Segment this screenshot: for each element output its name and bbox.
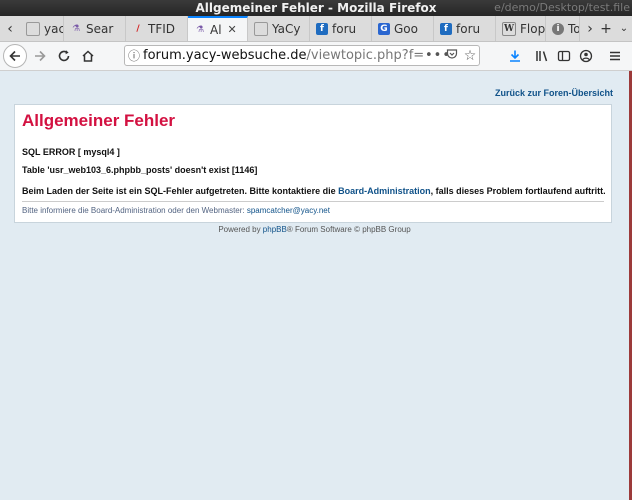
board-administration-link[interactable]: Board-Administration [338,186,431,196]
flask-icon: ⚗ [195,24,205,35]
home-button[interactable] [76,44,100,68]
inform-text: Bitte informiere die Board-Administratio… [22,206,247,215]
library-icon [536,51,548,62]
forward-button[interactable] [28,44,52,68]
phpbb-link[interactable]: phpBB [263,225,287,234]
sidebar-icon [557,50,571,62]
tab-label: TFID [148,21,176,36]
url-domain: forum.yacy-websuche.de [143,48,307,63]
tab-label: Al [210,22,222,37]
back-to-forum-index-link[interactable]: Zurück zur Foren-Übersicht [495,88,613,98]
library-button[interactable] [530,44,554,68]
tab-label: Flop [520,21,546,36]
tab-label: Sear [86,21,114,36]
window-titlebar: Allgemeiner Fehler - Mozilla Firefox e/d… [0,0,632,16]
page-viewport: Zurück zur Foren-Übersicht Allgemeiner F… [0,71,629,500]
open-menu-button[interactable] [603,44,627,68]
error-message-text-end: , falls dieses Problem fortlaufend auftr… [430,186,606,196]
tab-to[interactable]: i To [546,16,580,41]
reload-icon [58,50,70,62]
download-icon [510,50,520,62]
home-icon [82,50,94,62]
error-title: Allgemeiner Fehler [22,111,176,130]
bookmark-star-icon[interactable]: ☆ [461,48,479,64]
slash-icon: / [136,23,140,34]
tab-label: Goo [394,21,418,36]
table-error-line: Table 'usr_web103_6.phpbb_posts' doesn't… [22,165,258,175]
webmaster-email-link[interactable]: spamcatcher@yacy.net [247,206,330,215]
tab-label: yacy [44,21,63,36]
pocket-icon[interactable] [443,48,461,63]
error-panel: Allgemeiner Fehler SQL ERROR [ mysql4 ] … [14,104,612,223]
tab-yacy[interactable]: yacy [20,16,64,41]
sidebar-button[interactable] [552,44,576,68]
back-arrow-icon [9,50,20,62]
url-path: /viewtopic.php?f= [306,48,425,63]
url-text[interactable]: forum.yacy-websuche.de/viewtopic.php?f= [143,48,425,63]
tab-label: YaCy [272,21,301,36]
site-info-icon[interactable]: ⓘ [125,47,143,64]
footer-text-end: ® Forum Software © phpBB Group [286,225,411,234]
hamburger-menu-icon [610,51,620,61]
flask-icon: ⚗ [71,23,81,34]
tab-strip: ‹ yacy ⚗ Sear / TFID ⚗ Al ✕ YaCy f foru … [0,16,632,42]
back-button[interactable] [3,44,27,68]
tab-allgemeiner-fehler[interactable]: ⚗ Al ✕ [188,16,248,41]
address-bar[interactable]: ⓘ forum.yacy-websuche.de/viewtopic.php?f… [124,45,480,66]
tab-google-translate[interactable]: G Goo [372,16,434,41]
account-icon [579,49,593,63]
tab-scroll-left-button[interactable]: ‹ [0,16,20,41]
sql-error-line: SQL ERROR [ mysql4 ] [22,147,120,157]
downloads-button[interactable] [503,44,527,68]
tab-label: foru [332,21,357,36]
translate-icon: G [378,22,390,35]
footer-text: Powered by [218,225,263,234]
page-icon: f [440,22,452,35]
wikipedia-icon: W [502,21,516,36]
page-icon: f [316,22,328,35]
tab-forum[interactable]: f foru [310,16,372,41]
tab-forum-2[interactable]: f foru [434,16,496,41]
info-icon: i [552,22,564,35]
divider [22,201,604,202]
close-tab-icon[interactable]: ✕ [228,23,237,36]
error-message: Beim Laden der Seite ist ein SQL-Fehler … [22,186,606,196]
page-actions-icon[interactable]: ••• [425,48,450,63]
reload-button[interactable] [52,44,76,68]
account-button[interactable] [574,44,598,68]
tab-yacy-2[interactable]: YaCy [248,16,310,41]
tab-label: foru [456,21,481,36]
window-title: Allgemeiner Fehler - Mozilla Firefox [195,1,437,15]
error-message-text: Beim Laden der Seite ist ein SQL-Fehler … [22,186,339,196]
page-favicon-icon [26,21,40,36]
forward-arrow-icon [35,50,46,62]
tab-search[interactable]: ⚗ Sear [64,16,126,41]
tab-flop[interactable]: W Flop [496,16,546,41]
tab-tfidf[interactable]: / TFID [126,16,188,41]
tab-label: To [568,21,580,36]
page-favicon-icon [254,21,268,36]
page-footer: Powered by phpBB® Forum Software © phpBB… [0,225,629,234]
inform-webmaster-line: Bitte informiere die Board-Administratio… [22,206,330,215]
navigation-toolbar: ⓘ forum.yacy-websuche.de/viewtopic.php?f… [0,42,632,71]
background-window-text: e/demo/Desktop/test.file [494,1,630,14]
new-tab-plus-icon[interactable]: + [596,16,616,41]
list-all-tabs-chevron-icon[interactable]: ⌄ [614,16,632,41]
